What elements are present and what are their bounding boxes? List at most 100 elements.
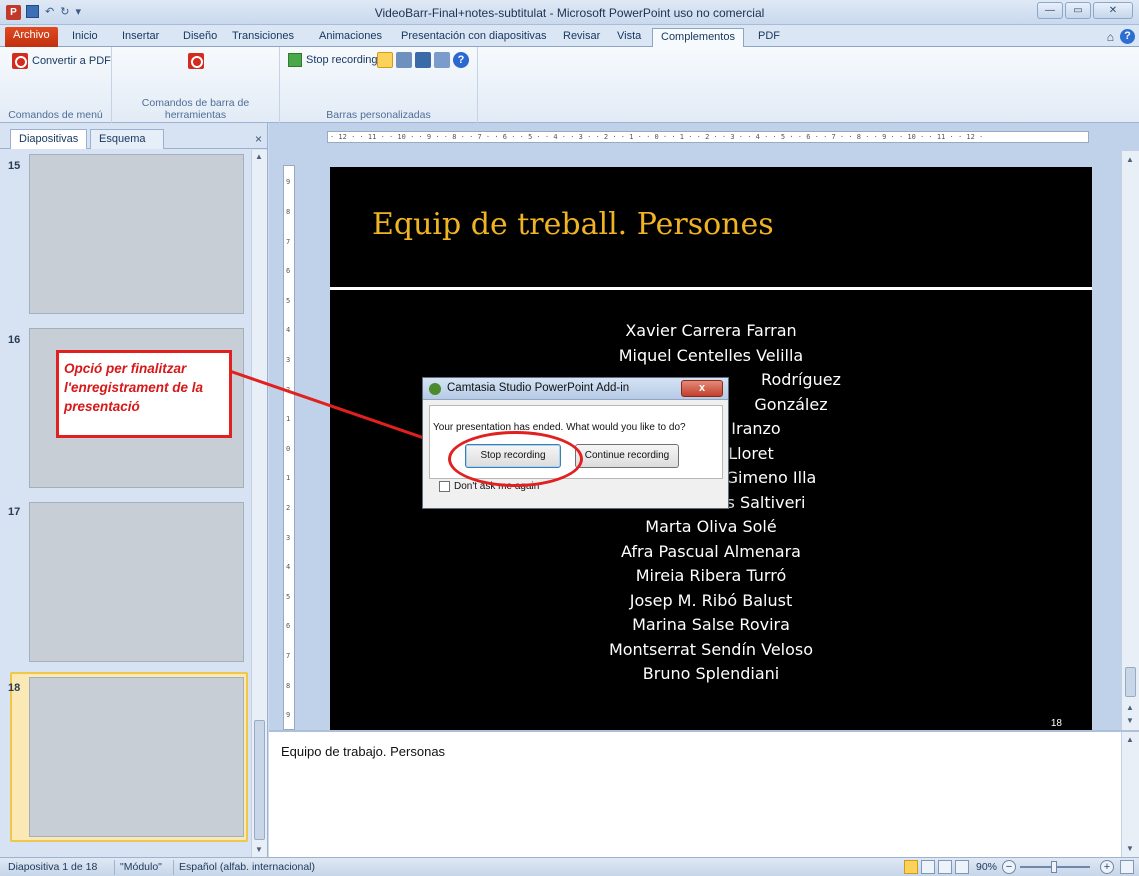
slide-title[interactable]: Equip de treball. Persones — [372, 207, 774, 242]
minimize-button[interactable]: — — [1037, 2, 1063, 19]
dont-ask-checkbox[interactable] — [439, 481, 450, 492]
notes-pane[interactable]: Equipo de trabajo. Personas ▲ ▼ — [269, 730, 1139, 857]
name-line: Marina Salse Rovira — [632, 615, 790, 634]
zoom-slider-knob[interactable] — [1051, 861, 1057, 873]
name-line: Bruno Splendiani — [642, 664, 780, 683]
scrollbar-thumb[interactable] — [254, 720, 265, 840]
dialog-close-button[interactable]: x — [681, 380, 723, 397]
camtasia-toolbar: ? — [377, 52, 469, 68]
tab-transiciones[interactable]: Transiciones — [224, 28, 302, 47]
slide-number: 18 — [8, 682, 21, 694]
pdf-icon — [12, 53, 28, 69]
previous-slide-icon[interactable]: ▲ — [1126, 703, 1134, 712]
ruler-label: 0 — [286, 445, 291, 453]
tab-animaciones[interactable]: Animaciones — [311, 28, 390, 47]
name-line: Marta Oliva Solé — [645, 517, 777, 536]
highlight-ellipse — [448, 431, 583, 487]
title-divider — [330, 287, 1092, 290]
camtasia-icon — [429, 383, 441, 395]
scroll-down-icon[interactable]: ▼ — [255, 845, 263, 854]
annotation-text: Opció per finalitzar l'enregistrament de… — [64, 361, 204, 414]
scroll-up-icon[interactable]: ▲ — [1126, 735, 1134, 744]
tab-diapositivas[interactable]: Diapositivas — [10, 129, 88, 149]
slide-sorter-icon[interactable] — [921, 860, 935, 874]
pdf-icon — [188, 53, 204, 69]
tab-pdf[interactable]: PDF — [750, 28, 788, 47]
group-label: Barras personalizadas — [326, 109, 431, 121]
ruler-label: 8 — [286, 208, 291, 216]
zoom-out-icon[interactable]: − — [1002, 860, 1016, 874]
slideshow-icon[interactable] — [955, 860, 969, 874]
slide-number: 15 — [8, 160, 21, 172]
name-line: Mireia Ribera Turró — [635, 566, 787, 585]
record-settings-icon[interactable] — [415, 52, 431, 68]
ribbon-panel: Convertir a PDF Comandos de menú Comando… — [0, 47, 1139, 123]
maximize-button[interactable]: ▭ — [1065, 2, 1091, 19]
ruler-label: 3 — [286, 534, 291, 542]
camera-icon[interactable] — [396, 52, 412, 68]
options-icon[interactable] — [434, 52, 450, 68]
group-menu-commands: Convertir a PDF Comandos de menú — [0, 47, 112, 123]
help-icon[interactable]: ? — [1120, 29, 1135, 44]
close-window-button[interactable]: ✕ — [1093, 2, 1133, 19]
ruler-label: 7 — [286, 238, 291, 246]
notes-scrollbar[interactable]: ▲ ▼ — [1121, 732, 1139, 857]
scroll-up-icon[interactable]: ▲ — [1126, 155, 1134, 164]
tab-inicio[interactable]: Inicio — [64, 28, 106, 47]
theme-name[interactable]: "Módulo" — [120, 861, 162, 873]
scroll-down-icon[interactable]: ▼ — [1126, 844, 1134, 853]
camtasia-help-icon[interactable]: ? — [453, 52, 469, 68]
normal-view-icon[interactable] — [904, 860, 918, 874]
ruler-label: 4 — [286, 326, 291, 334]
tab-presentacion[interactable]: Presentación con diapositivas — [393, 28, 555, 47]
convert-to-pdf-button[interactable]: Convertir a PDF — [12, 53, 111, 69]
tab-diseno[interactable]: Diseño — [175, 28, 225, 47]
tab-esquema[interactable]: Esquema — [90, 129, 164, 149]
slide-number-label: 18 — [1050, 718, 1062, 729]
zoom-in-icon[interactable]: + — [1100, 860, 1114, 874]
fit-to-window-icon[interactable] — [1120, 860, 1134, 874]
tab-archivo[interactable]: Archivo — [5, 27, 58, 47]
tab-revisar[interactable]: Revisar — [555, 28, 608, 47]
tab-insertar[interactable]: Insertar — [114, 28, 167, 47]
notes-text[interactable]: Equipo de trabajo. Personas — [281, 744, 445, 759]
next-slide-icon[interactable]: ▼ — [1126, 716, 1134, 725]
stop-recording-ribbon-button[interactable]: Stop recording — [288, 53, 378, 67]
dialog-message: Your presentation has ended. What would … — [433, 422, 686, 433]
editor-scrollbar[interactable]: ▲ ▲ ▼ — [1121, 151, 1139, 730]
slide-counter: Diapositiva 1 de 18 — [8, 861, 98, 873]
title-bar: P ↶ ↻ ▾ VideoBarr-Final+notes-subtitulat… — [0, 0, 1139, 25]
tab-complementos[interactable]: Complementos — [652, 28, 744, 48]
group-custom-bars: Stop recording ? Barras personalizadas — [280, 47, 478, 123]
scroll-up-icon[interactable]: ▲ — [255, 152, 263, 161]
slides-panel-tabs: Diapositivas Esquema × — [0, 129, 268, 149]
reading-view-icon[interactable] — [938, 860, 952, 874]
group-toolbar-commands: Comandos de barra de herramientas — [112, 47, 280, 123]
separator — [173, 860, 174, 875]
slide-number: 17 — [8, 506, 21, 518]
ribbon-help-area: ⌂ ? — [1107, 29, 1135, 44]
close-panel-icon[interactable]: × — [255, 132, 262, 146]
minimize-ribbon-icon[interactable]: ⌂ — [1107, 30, 1114, 44]
ruler-label: 3 — [286, 356, 291, 364]
window-title: VideoBarr-Final+notes-subtitulat - Micro… — [374, 6, 765, 20]
ruler-label: 5 — [286, 593, 291, 601]
thumbnails-scrollbar[interactable]: ▲ ▼ — [251, 150, 267, 857]
window-controls: — ▭ ✕ — [1037, 2, 1133, 19]
continue-recording-button[interactable]: Continue recording — [575, 444, 679, 468]
vertical-ruler: 9 8 7 6 5 4 3 2 1 0 1 2 3 4 5 6 7 8 9 — [283, 165, 295, 730]
name-line: Josep M. Ribó Balust — [629, 590, 793, 610]
pdf-toolbar-button[interactable] — [188, 53, 204, 69]
dialog-title: Camtasia Studio PowerPoint Add-in — [447, 382, 630, 394]
slide-thumbnail-17[interactable] — [29, 502, 244, 662]
pen-tool-icon[interactable] — [377, 52, 393, 68]
slide-thumbnail-18[interactable] — [29, 677, 244, 837]
language-indicator[interactable]: Español (alfab. internacional) — [179, 861, 315, 873]
annotation-callout: Opció per finalitzar l'enregistrament de… — [56, 350, 232, 438]
stop-recording-icon — [288, 53, 302, 67]
ruler-label: 4 — [286, 563, 291, 571]
slide-thumbnail-15[interactable] — [29, 154, 244, 314]
zoom-level[interactable]: 90% — [976, 861, 997, 873]
scrollbar-thumb[interactable] — [1125, 667, 1136, 697]
tab-vista[interactable]: Vista — [609, 28, 649, 47]
